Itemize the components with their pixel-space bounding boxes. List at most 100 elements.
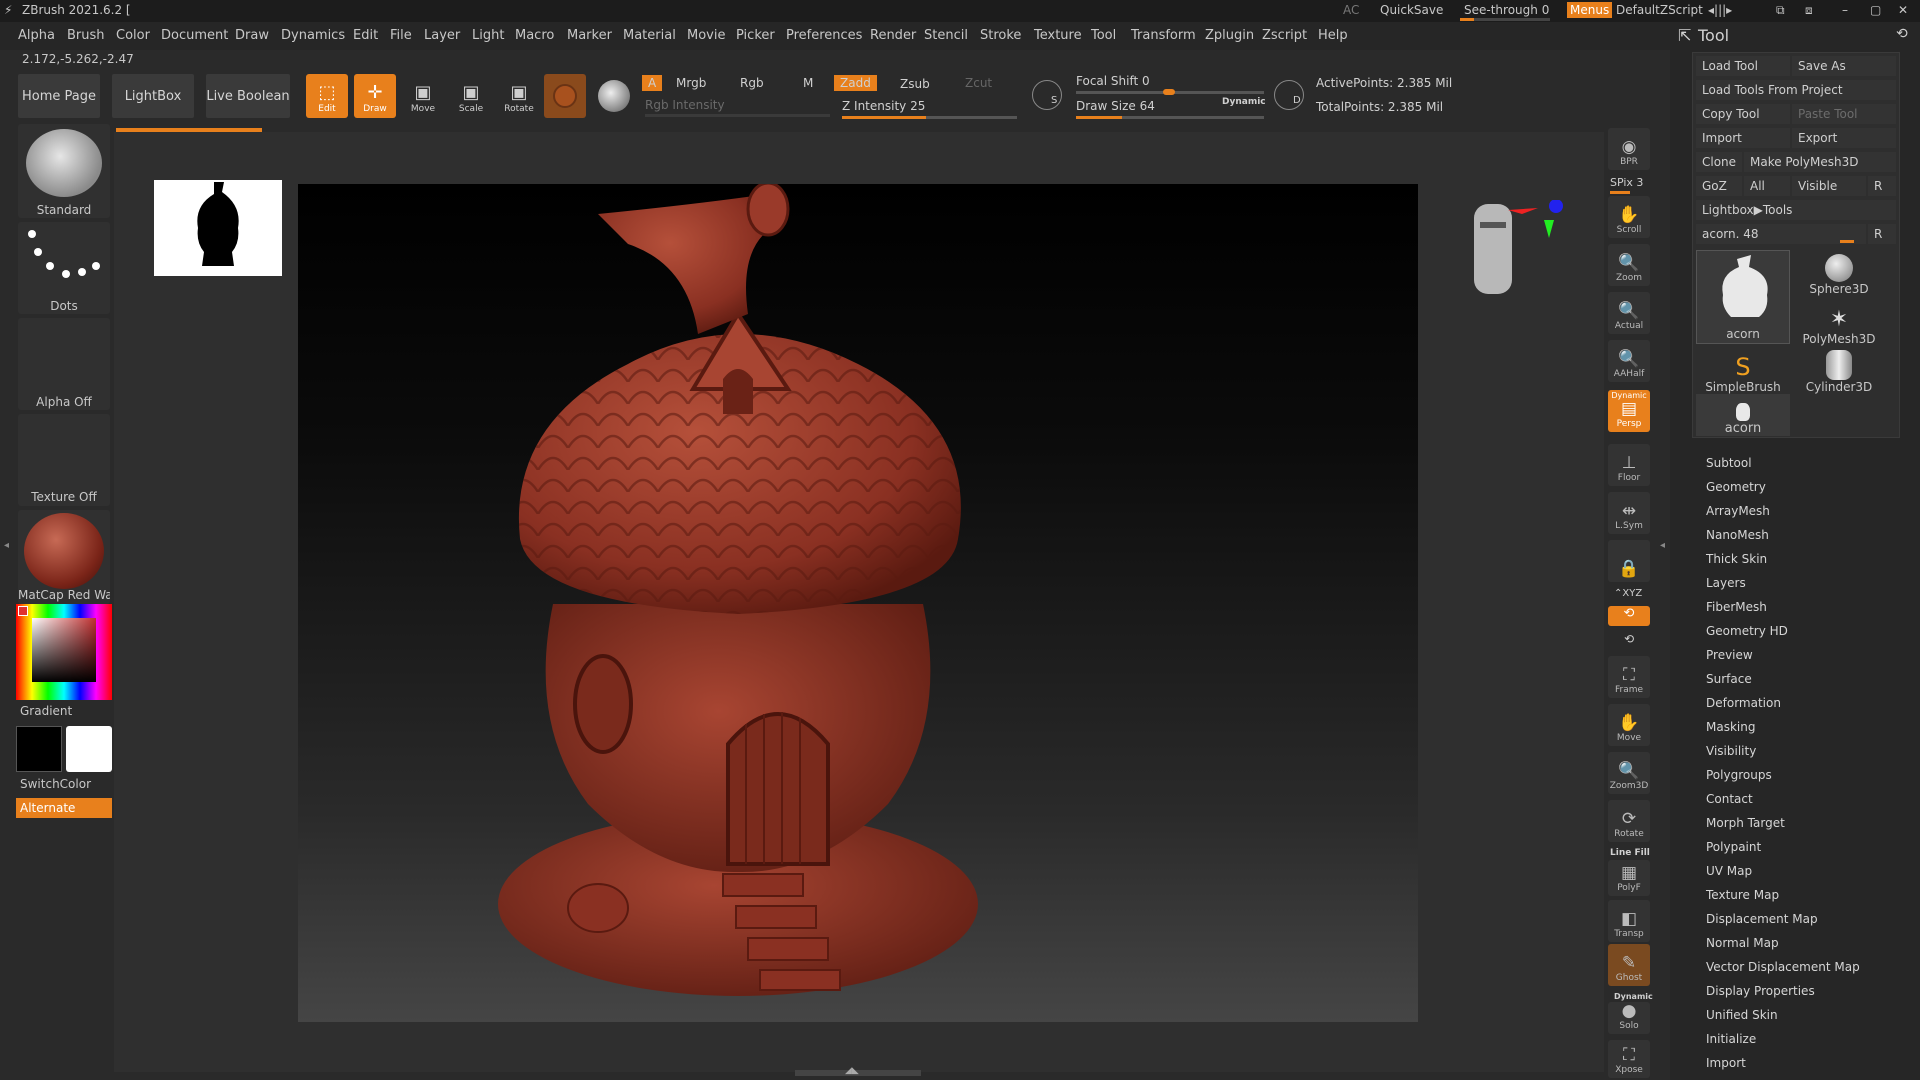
frame-button[interactable]: ⛶ Frame	[1608, 656, 1650, 698]
clone-button[interactable]: Clone	[1696, 152, 1742, 172]
gradient-label[interactable]: Gradient	[20, 704, 72, 718]
section-nanomesh[interactable]: NanoMesh	[1706, 528, 1769, 542]
goz-r-button[interactable]: R	[1868, 176, 1896, 196]
lightbox-tools-button[interactable]: Lightbox▶Tools	[1696, 200, 1896, 220]
rgb-toggle[interactable]: Rgb	[740, 76, 764, 90]
floor-button[interactable]: ⊥ Floor	[1608, 444, 1650, 486]
lsym-button[interactable]: ⇹ L.Sym	[1608, 492, 1650, 534]
menu-color[interactable]: Color	[116, 28, 150, 43]
color-picker[interactable]	[16, 604, 112, 700]
menu-transform[interactable]: Transform	[1131, 28, 1196, 43]
section-displacement-map[interactable]: Displacement Map	[1706, 912, 1818, 926]
section-thick-skin[interactable]: Thick Skin	[1706, 552, 1767, 566]
focal-shift-slider[interactable]: Focal Shift 0	[1076, 74, 1150, 88]
z-rotate-icon[interactable]: ⟲	[1624, 632, 1634, 646]
section-geometry[interactable]: Geometry	[1706, 480, 1766, 494]
color-sphere-icon[interactable]	[598, 80, 630, 112]
section-unified-skin[interactable]: Unified Skin	[1706, 1008, 1778, 1022]
silhouette-navigator[interactable]	[154, 180, 282, 276]
section-normal-map[interactable]: Normal Map	[1706, 936, 1779, 950]
menu-document[interactable]: Document	[161, 28, 228, 43]
make-polymesh-button[interactable]: Make PolyMesh3D	[1744, 152, 1896, 172]
acorn-house-model[interactable]	[298, 181, 1418, 1022]
goz-button[interactable]: GoZ	[1696, 176, 1742, 196]
sculpt-canvas[interactable]	[298, 181, 1418, 1022]
right-shelf-collapse-arrow[interactable]: ◂	[1660, 540, 1666, 560]
z-intensity-slider[interactable]: Z Intensity 25	[842, 99, 925, 113]
s-sculptris-icon[interactable]: S	[1032, 80, 1062, 110]
import-button[interactable]: Import	[1696, 128, 1790, 148]
section-subtool[interactable]: Subtool	[1706, 456, 1752, 470]
section-import[interactable]: Import	[1706, 1056, 1746, 1070]
see-through-slider[interactable]: See-through 0	[1464, 3, 1549, 17]
edit-button[interactable]: ⬚ Edit	[306, 74, 348, 118]
menu-zplugin[interactable]: Zplugin	[1205, 28, 1254, 43]
tool-reset-icon[interactable]: ⟲	[1896, 26, 1908, 42]
rotate-button[interactable]: ▣ Rotate	[498, 74, 540, 118]
move-view-button[interactable]: ✋ Move	[1608, 704, 1650, 746]
ghost-button[interactable]: ✎ Ghost	[1608, 944, 1650, 986]
menu-alpha[interactable]: Alpha	[18, 28, 55, 43]
menu-brush[interactable]: Brush	[67, 28, 105, 43]
spix-slider[interactable]: SPix 3	[1610, 176, 1643, 189]
maximize-icon[interactable]: ▢	[1870, 3, 1881, 17]
tool-thumb-cylinder3d[interactable]: Cylinder3D	[1792, 348, 1886, 394]
primary-color-white[interactable]	[66, 726, 112, 772]
acorn-slider-handle[interactable]	[1840, 240, 1854, 243]
window-layout-icon[interactable]: ⧉	[1776, 3, 1785, 18]
zoom3d-button[interactable]: 🔍 Zoom3D	[1608, 752, 1650, 794]
tool-pin-icon[interactable]: ⇱	[1678, 26, 1691, 45]
rgb-intensity-slider[interactable]: Rgb Intensity	[645, 98, 725, 112]
persp-button[interactable]: Dynamic ▤ Persp	[1608, 390, 1650, 432]
menu-layer[interactable]: Layer	[424, 28, 460, 43]
live-boolean-button[interactable]: Live Boolean	[206, 74, 290, 118]
rotate-view-button[interactable]: ⟳ Rotate	[1608, 800, 1650, 842]
ac-label[interactable]: AC	[1343, 3, 1359, 17]
zcut-toggle[interactable]: Zcut	[965, 76, 992, 90]
menu-movie[interactable]: Movie	[687, 28, 725, 43]
section-masking[interactable]: Masking	[1706, 720, 1755, 734]
xpose-button[interactable]: ⛶ Xpose	[1608, 1040, 1650, 1078]
quicksave-button[interactable]: QuickSave	[1380, 3, 1443, 17]
draw-size-slider[interactable]: Draw Size 64	[1076, 99, 1155, 113]
zsub-toggle[interactable]: Zsub	[900, 77, 930, 91]
bpr-button[interactable]: ◉ BPR	[1608, 128, 1650, 170]
section-deformation[interactable]: Deformation	[1706, 696, 1781, 710]
copy-tool-button[interactable]: Copy Tool	[1696, 104, 1790, 124]
move-button[interactable]: ▣ Move	[402, 74, 444, 118]
floating-window-icon[interactable]: ⧈	[1805, 3, 1813, 18]
menu-preferences[interactable]: Preferences	[786, 28, 862, 43]
layout-arrows-icon[interactable]: ◂|||▸	[1708, 3, 1732, 17]
dynamic-toggle[interactable]: Dynamic	[1222, 97, 1266, 107]
menu-light[interactable]: Light	[472, 28, 504, 43]
menu-stroke[interactable]: Stroke	[980, 28, 1021, 43]
tool-thumb-acorn-active[interactable]: acorn	[1696, 250, 1790, 344]
menu-file[interactable]: File	[390, 28, 412, 43]
section-fibermesh[interactable]: FiberMesh	[1706, 600, 1767, 614]
m-toggle[interactable]: M	[803, 76, 813, 90]
menu-draw[interactable]: Draw	[235, 28, 269, 43]
section-arraymesh[interactable]: ArrayMesh	[1706, 504, 1770, 518]
d-lazy-icon[interactable]: D	[1274, 80, 1304, 110]
polyf-button[interactable]: ▦ PolyF	[1608, 860, 1650, 896]
section-surface[interactable]: Surface	[1706, 672, 1752, 686]
tool-thumb-acorn-2[interactable]: acorn	[1696, 394, 1790, 436]
paste-tool-button[interactable]: Paste Tool	[1792, 104, 1896, 124]
menu-material[interactable]: Material	[623, 28, 676, 43]
bottom-tray-handle[interactable]: ◢◣	[795, 1066, 921, 1076]
zadd-toggle[interactable]: Zadd	[834, 75, 877, 91]
lightbox-button[interactable]: LightBox	[112, 74, 194, 118]
actual-button[interactable]: 🔍 Actual	[1608, 292, 1650, 334]
section-layers[interactable]: Layers	[1706, 576, 1746, 590]
section-polypaint[interactable]: Polypaint	[1706, 840, 1761, 854]
export-button[interactable]: Export	[1792, 128, 1896, 148]
menu-dynamics[interactable]: Dynamics	[281, 28, 345, 43]
menu-tool[interactable]: Tool	[1091, 28, 1116, 43]
solo-button[interactable]: ● Solo	[1608, 1002, 1650, 1034]
transp-button[interactable]: ◧ Transp	[1608, 900, 1650, 942]
home-page-button[interactable]: Home Page	[18, 74, 100, 118]
switch-color-button[interactable]: SwitchColor	[20, 777, 91, 791]
section-polygroups[interactable]: Polygroups	[1706, 768, 1772, 782]
menu-picker[interactable]: Picker	[736, 28, 775, 43]
tool-thumb-sphere3d[interactable]: Sphere3D	[1792, 250, 1886, 296]
